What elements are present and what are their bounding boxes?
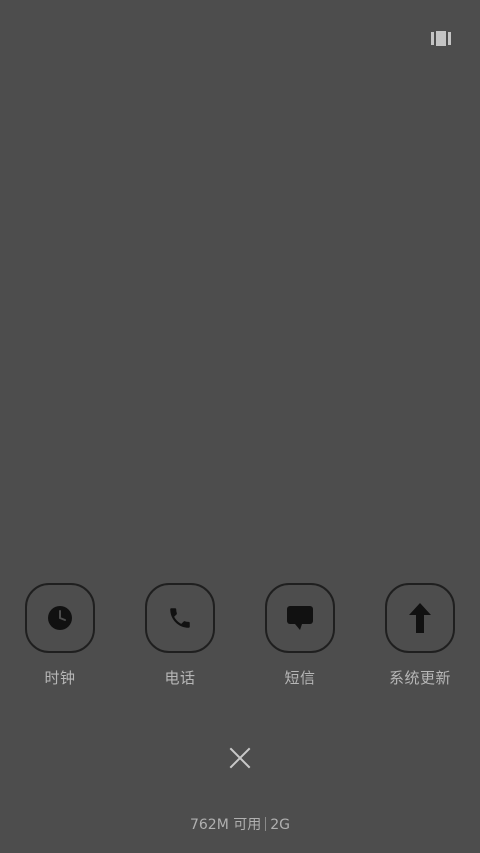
memory-status: 762M 可用 2G xyxy=(0,816,480,834)
memory-total: 2G xyxy=(270,817,291,833)
app-icon-tile[interactable] xyxy=(25,583,95,653)
memory-separator xyxy=(265,817,267,831)
arrow-up-icon xyxy=(409,603,431,633)
app-label: 时钟 xyxy=(44,669,76,687)
phone-icon xyxy=(170,608,190,628)
app-clock[interactable]: 时钟 xyxy=(0,583,120,693)
app-label: 电话 xyxy=(164,669,196,687)
close-icon xyxy=(229,747,251,769)
message-icon xyxy=(287,606,313,630)
clock-icon xyxy=(48,606,72,630)
app-icon-tile[interactable] xyxy=(385,583,455,653)
app-icon-tile[interactable] xyxy=(145,583,215,653)
app-label: 系统更新 xyxy=(388,669,451,687)
memory-available: 762M 可用 xyxy=(189,817,262,833)
app-phone[interactable]: 电话 xyxy=(120,583,240,693)
app-messages[interactable]: 短信 xyxy=(240,583,360,693)
app-label: 短信 xyxy=(284,669,316,687)
recent-apps-row: 时钟 电话 短信 系统更新 xyxy=(0,583,480,693)
app-system-update[interactable]: 系统更新 xyxy=(360,583,480,693)
view-toggle-icon[interactable] xyxy=(431,31,451,46)
close-all-button[interactable] xyxy=(228,746,252,770)
app-icon-tile[interactable] xyxy=(265,583,335,653)
